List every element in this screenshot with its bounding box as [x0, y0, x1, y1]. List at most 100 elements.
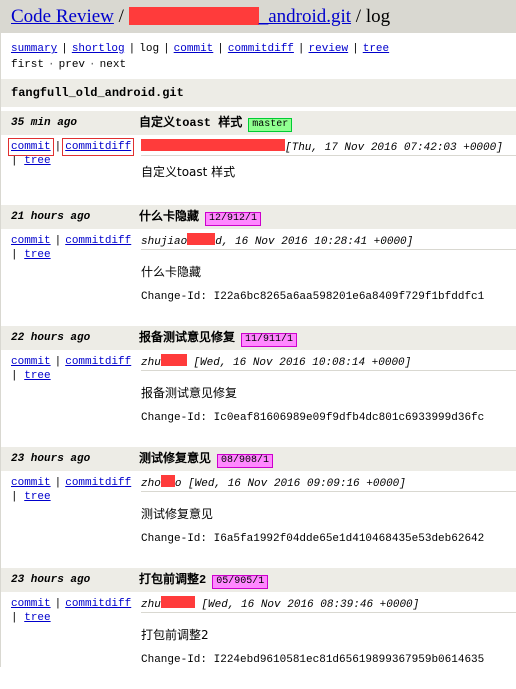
branch-tag[interactable]: master: [248, 118, 293, 132]
author-date-line: [Thu, 17 Nov 2016 07:42:03 +0000]: [141, 139, 516, 156]
entry-links: commit | commitdiff | tree: [11, 597, 136, 625]
ref-tag[interactable]: 05/905/1: [212, 575, 269, 589]
commit-subject[interactable]: 自定义toast 样式 master: [139, 111, 293, 135]
paging-dot: ·: [89, 59, 96, 71]
commit-subject[interactable]: 测试修复意见 08/908/1: [139, 447, 274, 471]
nav-tree[interactable]: tree: [363, 43, 389, 55]
nav-shortlog[interactable]: shortlog: [72, 43, 125, 55]
tree-link[interactable]: tree: [24, 370, 50, 382]
entry-links: commit | commitdiff | tree: [11, 234, 136, 262]
page-nav: summary | shortlog | log | commit | commitdiff | r…: [1, 33, 516, 73]
link-sep: |: [54, 235, 62, 247]
commit-date: [Wed, 16 Nov 2016 10:08:14 +0000]: [193, 357, 412, 369]
ref-tag[interactable]: 11/911/1: [241, 333, 298, 347]
commit-link[interactable]: commit: [11, 598, 51, 610]
paging-dot: ·: [48, 59, 55, 71]
log-entry: 35 min ago 自定义toast 样式 master commit | comm…: [1, 111, 516, 205]
nav-links: summary | shortlog | log | commit | commitdiff | r…: [11, 41, 516, 57]
nav-sep: |: [217, 43, 224, 55]
author-date-line: zho o [Wed, 16 Nov 2016 09:09:16 +0000]: [141, 475, 516, 492]
author-name: shujiao: [141, 236, 188, 248]
commit-link[interactable]: commit: [8, 138, 54, 156]
commit-age: 23 hours ago: [11, 453, 91, 465]
link-sep: |: [11, 249, 18, 261]
entry-links: commit | commitdiff | tree: [8, 138, 136, 168]
subject-text: 自定义toast 样式: [139, 116, 243, 130]
redacted-author: [160, 596, 195, 608]
redacted-repo-name: [128, 7, 259, 25]
tree-link[interactable]: tree: [24, 155, 50, 167]
change-id: Change-Id: Ic0eaf81606989e09f9dfb4dc801c…: [141, 412, 485, 424]
entry-title-row: 23 hours ago 测试修复意见 08/908/1: [1, 447, 516, 471]
commit-age: 21 hours ago: [11, 211, 91, 223]
author-date-line: shujiao d, 16 Nov 2016 10:28:41 +0000]: [141, 233, 516, 250]
commit-date: d, 16 Nov 2016 10:28:41 +0000]: [215, 236, 414, 248]
entry-links: commit | commitdiff | tree: [11, 355, 136, 383]
subject-text: 报备测试意见修复: [139, 331, 236, 345]
log-entry: 23 hours ago 测试修复意见 08/908/1 commit | commi…: [1, 447, 516, 568]
commitdiff-link[interactable]: commitdiff: [65, 598, 131, 610]
link-sep: |: [11, 155, 18, 167]
project-title-bar: fangfull_old_android.git: [1, 79, 516, 107]
repo-link[interactable]: _android.git: [128, 6, 351, 27]
commit-subject[interactable]: 打包前调整2 05/905/1: [139, 568, 269, 592]
entry-title-row: 22 hours ago 报备测试意见修复 11/911/1: [1, 326, 516, 350]
author-name: zho: [141, 478, 161, 490]
commit-link[interactable]: commit: [11, 356, 51, 368]
nav-commit[interactable]: commit: [174, 43, 214, 55]
nav-review[interactable]: review: [309, 43, 349, 55]
log-entry: 22 hours ago 报备测试意见修复 11/911/1 commit | com…: [1, 326, 516, 447]
commit-subject[interactable]: 报备测试意见修复 11/911/1: [139, 326, 298, 350]
commit-subject[interactable]: 什么卡隐藏 12/912/1: [139, 205, 262, 229]
redacted-author: [160, 354, 187, 366]
message-line: 自定义toast 样式: [141, 165, 236, 179]
tree-link[interactable]: tree: [24, 612, 50, 624]
commitdiff-link[interactable]: commitdiff: [65, 356, 131, 368]
site-home-link[interactable]: Code Review: [11, 6, 114, 27]
message-line: 报备测试意见修复: [141, 386, 238, 400]
commit-age: 22 hours ago: [11, 332, 91, 344]
author-name: zhu: [141, 357, 161, 369]
nav-commitdiff[interactable]: commitdiff: [228, 43, 294, 55]
nav-sep: |: [352, 43, 359, 55]
paging-prev: prev: [58, 59, 86, 71]
commitdiff-link[interactable]: commitdiff: [65, 235, 131, 247]
change-id: Change-Id: I22a6bc8265a6aa598201e6a8409f…: [141, 291, 485, 303]
subject-text: 打包前调整2: [139, 573, 207, 587]
redacted-author: [160, 475, 175, 487]
commit-date: [Wed, 16 Nov 2016 09:09:16 +0000]: [188, 478, 406, 490]
nav-sep: |: [297, 43, 305, 55]
change-id: Change-Id: I6a5fa1992f04dde65e1d41046843…: [141, 533, 485, 545]
paging-first: first: [11, 59, 45, 71]
ref-tag[interactable]: 12/912/1: [205, 212, 262, 226]
gitweb-log-page: Code Review / _android.git / log summary…: [0, 0, 516, 667]
subject-text: 测试修复意见: [139, 452, 212, 466]
entry-title-row: 23 hours ago 打包前调整2 05/905/1: [1, 568, 516, 592]
link-sep: |: [54, 141, 62, 153]
message-line: 打包前调整2: [141, 628, 209, 642]
change-id: Change-Id: I224ebd9610581ec81d6561989936…: [141, 654, 485, 666]
link-sep: |: [11, 612, 18, 624]
nav-sep: |: [128, 43, 136, 55]
tree-link[interactable]: tree: [24, 491, 50, 503]
nav-summary[interactable]: summary: [11, 43, 57, 55]
commit-link[interactable]: commit: [11, 235, 51, 247]
commit-age: 23 hours ago: [11, 574, 91, 586]
redacted-author: [187, 233, 216, 245]
entry-links: commit | commitdiff | tree: [11, 476, 136, 504]
tree-link[interactable]: tree: [24, 249, 50, 261]
link-sep: |: [54, 598, 62, 610]
current-action: log: [365, 6, 391, 27]
commitdiff-link[interactable]: commitdiff: [65, 477, 131, 489]
ref-tag[interactable]: 08/908/1: [217, 454, 274, 468]
page-header: Code Review / _android.git / log: [1, 0, 516, 33]
redacted-author: [141, 139, 285, 151]
link-sep: |: [54, 477, 62, 489]
commitdiff-link[interactable]: commitdiff: [62, 138, 135, 156]
author-name: zhu: [141, 599, 161, 611]
author-name-suffix: o: [174, 478, 182, 490]
commit-link[interactable]: commit: [11, 477, 51, 489]
breadcrumb-separator: /: [118, 6, 124, 27]
nav-sep: |: [61, 43, 68, 55]
paging-next: next: [99, 59, 127, 71]
